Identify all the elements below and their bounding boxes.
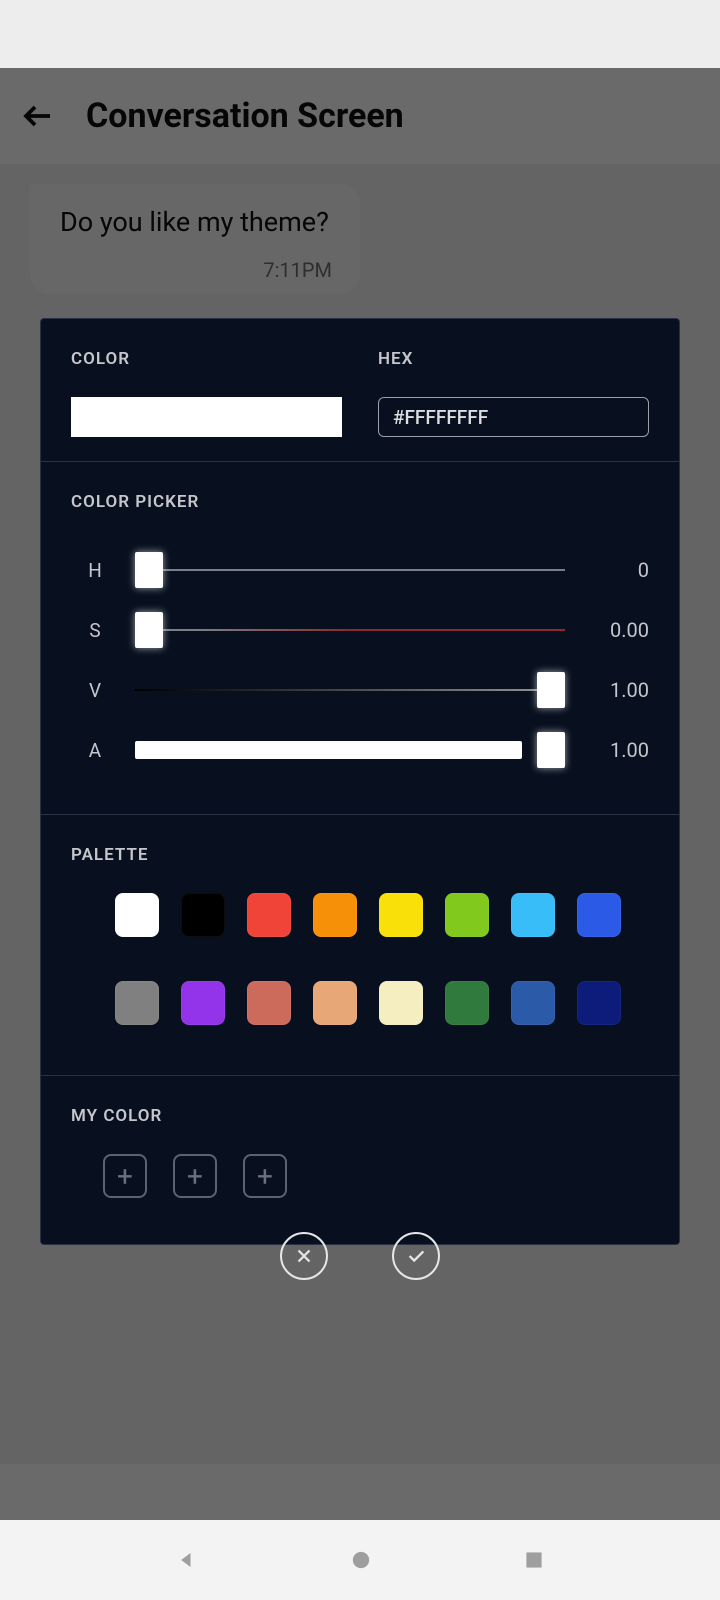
alpha-slider-row: A 1.00 — [71, 720, 649, 780]
hex-value: #FFFFFFFF — [393, 406, 488, 429]
saturation-slider-thumb[interactable] — [135, 612, 163, 648]
palette-swatch[interactable] — [247, 893, 291, 937]
check-icon — [405, 1245, 427, 1267]
cancel-button[interactable] — [280, 1232, 328, 1280]
close-icon — [293, 1245, 315, 1267]
palette-swatch[interactable] — [577, 893, 621, 937]
palette-swatch[interactable] — [379, 893, 423, 937]
color-preview — [71, 397, 342, 437]
palette-swatch[interactable] — [181, 981, 225, 1025]
palette-swatch[interactable] — [445, 893, 489, 937]
palette-swatch[interactable] — [115, 893, 159, 937]
color-section-label: COLOR — [71, 349, 342, 369]
plus-icon: + — [187, 1160, 203, 1193]
palette-swatch[interactable] — [313, 893, 357, 937]
palette-swatch[interactable] — [511, 893, 555, 937]
palette-swatch[interactable] — [577, 981, 621, 1025]
alpha-slider-thumb[interactable] — [537, 732, 565, 768]
color-picker-section-label: COLOR PICKER — [71, 492, 649, 512]
plus-icon: + — [117, 1160, 133, 1193]
palette-swatch[interactable] — [511, 981, 555, 1025]
hue-slider[interactable] — [135, 550, 565, 590]
hex-input[interactable]: #FFFFFFFF — [378, 397, 649, 437]
palette-swatch[interactable] — [379, 981, 423, 1025]
dialog-actions — [0, 1232, 720, 1280]
saturation-slider-label: S — [71, 619, 119, 642]
saturation-slider-row: S 0.00 — [71, 600, 649, 660]
mycolor-section-label: MY COLOR — [71, 1106, 649, 1126]
value-slider-row: V 1.00 — [71, 660, 649, 720]
saturation-slider[interactable] — [135, 610, 565, 650]
alpha-slider-value: 1.00 — [581, 738, 649, 762]
add-color-slot-3[interactable]: + — [243, 1154, 287, 1198]
color-picker-dialog: COLOR HEX #FFFFFFFF COLOR PICKER H 0 S — [40, 318, 680, 1245]
hue-slider-label: H — [71, 559, 119, 582]
value-slider-label: V — [71, 679, 119, 702]
system-nav-bar — [0, 1520, 720, 1600]
saturation-slider-value: 0.00 — [581, 618, 649, 642]
alpha-slider[interactable] — [135, 730, 565, 770]
mycolor-row: + + + — [71, 1154, 649, 1198]
nav-home-icon[interactable] — [347, 1546, 375, 1574]
add-color-slot-1[interactable]: + — [103, 1154, 147, 1198]
confirm-button[interactable] — [392, 1232, 440, 1280]
palette-swatch[interactable] — [445, 981, 489, 1025]
value-slider-value: 1.00 — [581, 678, 649, 702]
alpha-slider-label: A — [71, 739, 119, 762]
palette-swatch[interactable] — [181, 893, 225, 937]
status-bar — [0, 0, 720, 68]
palette-swatch[interactable] — [313, 981, 357, 1025]
hue-slider-row: H 0 — [71, 540, 649, 600]
palette-swatch[interactable] — [115, 981, 159, 1025]
hue-slider-value: 0 — [581, 558, 649, 582]
hue-slider-thumb[interactable] — [135, 552, 163, 588]
plus-icon: + — [257, 1160, 273, 1193]
nav-back-icon[interactable] — [173, 1546, 201, 1574]
palette-grid — [71, 893, 649, 1025]
value-slider[interactable] — [135, 670, 565, 710]
palette-swatch[interactable] — [247, 981, 291, 1025]
value-slider-thumb[interactable] — [537, 672, 565, 708]
hex-section-label: HEX — [378, 349, 649, 369]
add-color-slot-2[interactable]: + — [173, 1154, 217, 1198]
palette-section-label: PALETTE — [71, 845, 649, 865]
nav-recents-icon[interactable] — [521, 1547, 547, 1573]
